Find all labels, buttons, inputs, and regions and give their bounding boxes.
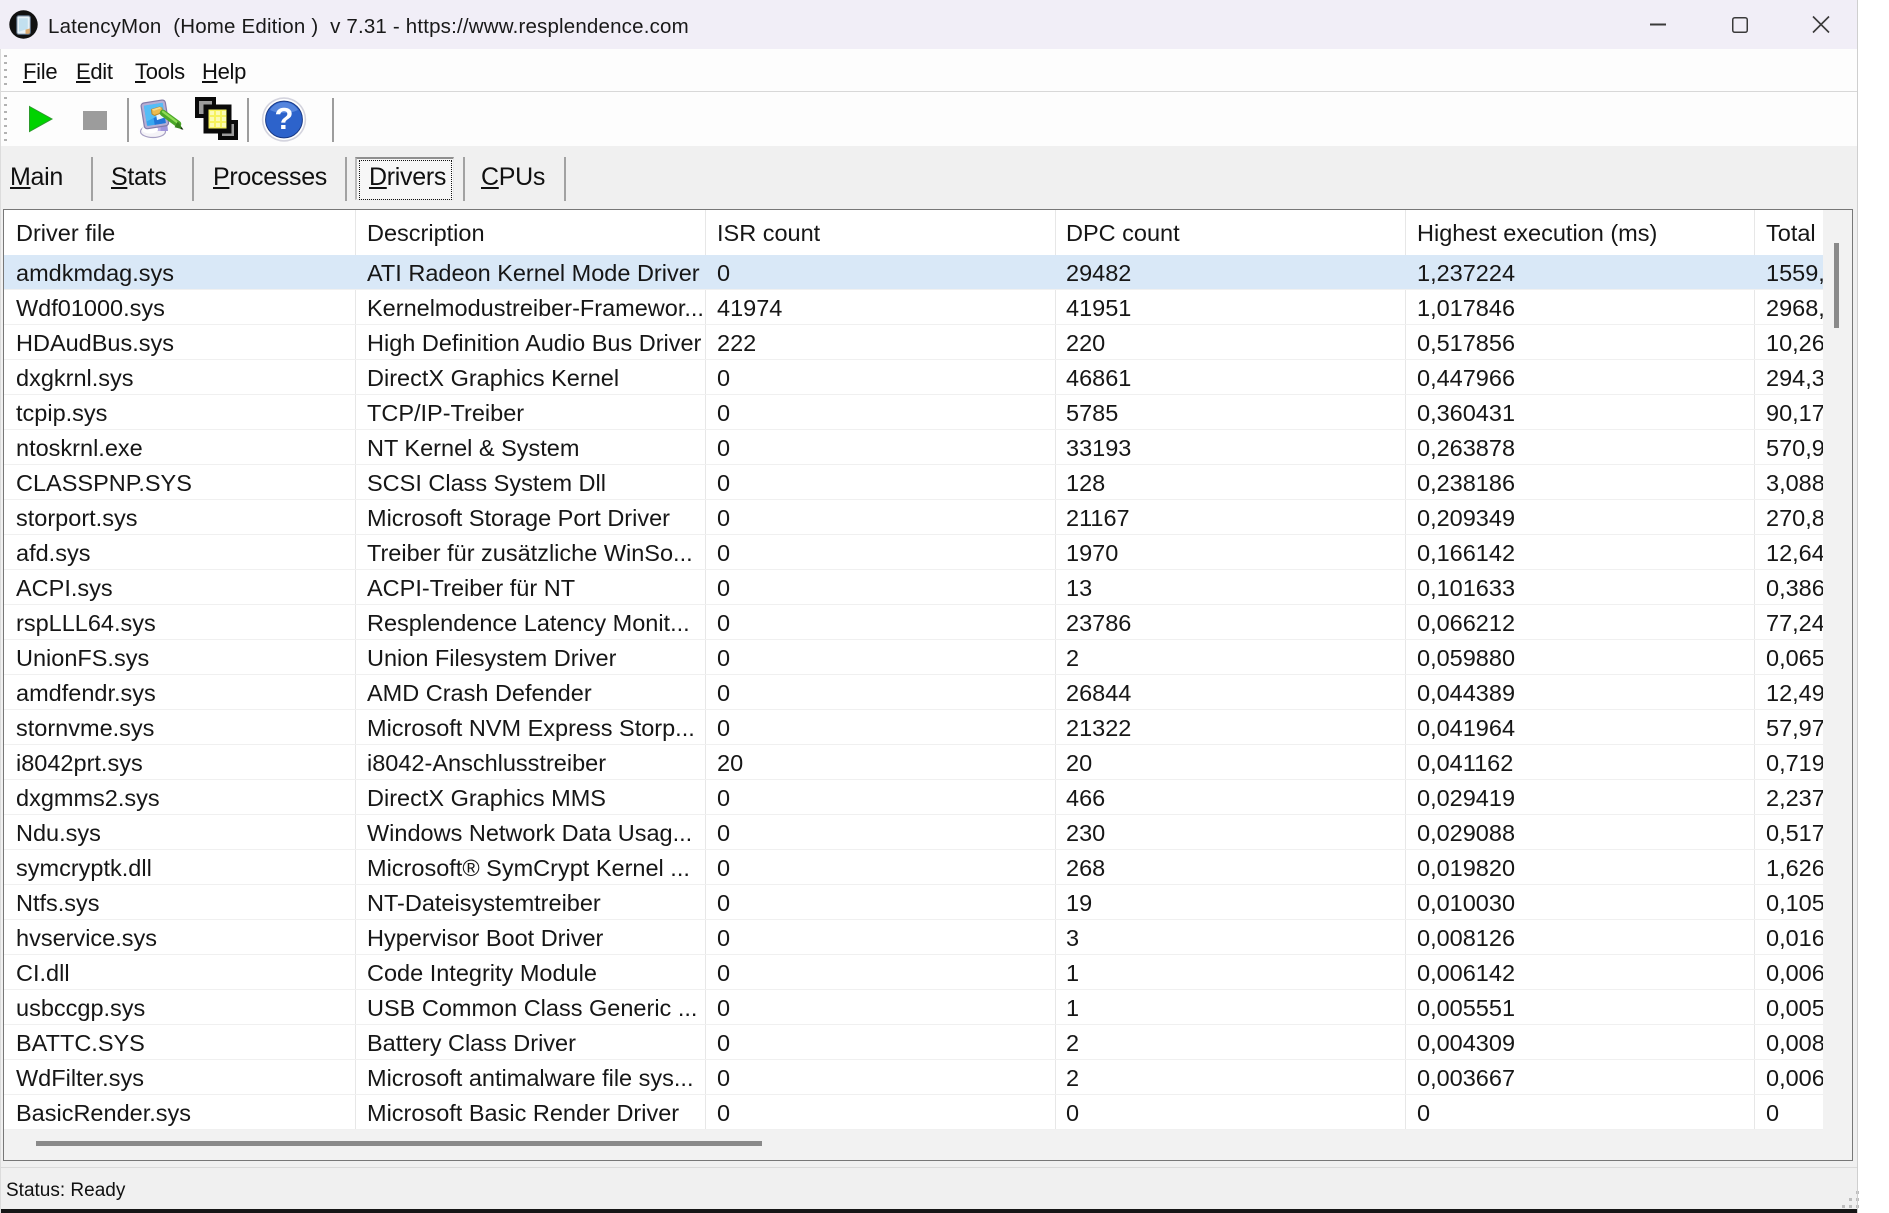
svg-text:?: ? xyxy=(275,101,294,136)
